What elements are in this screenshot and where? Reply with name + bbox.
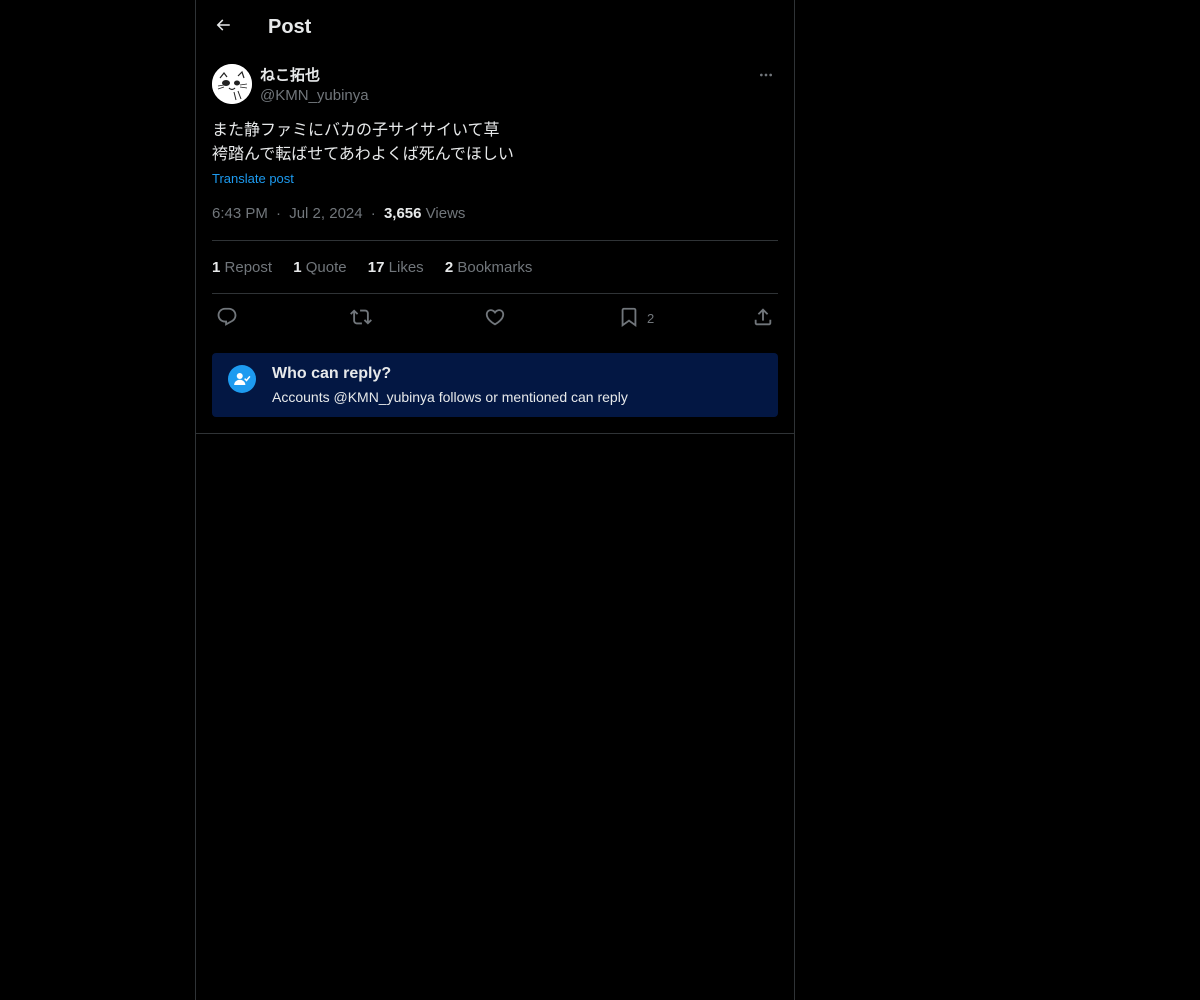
divider [196, 433, 794, 434]
stat-label: Repost [224, 259, 273, 276]
stat-quotes[interactable]: 1 Quote [293, 258, 346, 278]
post-meta: 6:43 PM · Jul 2, 2024 · 3,656 Views [212, 204, 465, 224]
avatar[interactable] [212, 64, 252, 104]
cat-avatar-icon [212, 64, 252, 104]
stat-number: 17 [367, 259, 385, 276]
post-time[interactable]: 6:43 PM [212, 205, 268, 222]
post-date[interactable]: Jul 2, 2024 [289, 205, 362, 222]
post-text: また静ファミにバカの子サイサイいて草 袴踏んで転ばせてあわよくば死んでほしい [212, 122, 514, 163]
back-button[interactable] [206, 8, 240, 42]
user-check-icon [234, 373, 251, 385]
reply-button[interactable] [216, 304, 238, 330]
bookmark-icon [621, 307, 637, 328]
divider [212, 240, 778, 241]
author-name[interactable]: ねこ拓也 [260, 66, 320, 86]
action-bar: 2 [212, 304, 778, 330]
repost-button[interactable] [350, 304, 372, 330]
more-options-button[interactable] [754, 64, 778, 86]
page-header: Post [196, 0, 794, 54]
heart-icon [485, 309, 505, 326]
views-count: 3,656 [383, 205, 422, 222]
stat-reposts[interactable]: 1 Repost [212, 258, 272, 278]
stat-number: 1 [212, 259, 221, 276]
meta-separator: · [370, 205, 376, 222]
stat-label: Quote [305, 259, 347, 276]
reply-icon [217, 307, 237, 326]
like-button[interactable] [484, 304, 506, 330]
main-column: Post ねこ拓也 @KMN_yubinya また静ファミにバカの子サイサイいて… [195, 0, 795, 1000]
post-stats: 1 Repost 1 Quote 17 Likes 2 Bookmarks [212, 258, 549, 278]
meta-separator: · [276, 205, 282, 222]
stat-label: Bookmarks [457, 259, 533, 276]
share-icon [754, 308, 772, 326]
bookmark-button[interactable]: 2 [618, 304, 654, 330]
stat-likes[interactable]: 17 Likes [368, 258, 424, 278]
reply-restriction-notice: Who can reply? Accounts @KMN_yubinya fol… [212, 353, 778, 417]
stat-number: 1 [293, 259, 302, 276]
reply-restriction-description: Accounts @KMN_yubinya follows or mention… [272, 389, 628, 405]
share-button[interactable] [752, 304, 774, 330]
stat-bookmarks[interactable]: 2 Bookmarks [445, 258, 533, 278]
stat-number: 2 [444, 259, 454, 276]
stat-label: Likes [388, 259, 424, 276]
divider [212, 293, 778, 294]
views-label: Views [425, 205, 466, 222]
reply-restriction-title: Who can reply? [272, 365, 392, 382]
arrow-left-icon [216, 19, 230, 31]
repost-icon [350, 309, 372, 325]
reply-restriction-badge [228, 365, 256, 393]
translate-post-link[interactable]: Translate post [212, 170, 294, 188]
bookmark-count: 2 [647, 310, 655, 326]
more-horizontal-icon [760, 73, 772, 77]
page-title: Post [268, 16, 312, 38]
author-handle[interactable]: @KMN_yubinya [260, 86, 369, 106]
